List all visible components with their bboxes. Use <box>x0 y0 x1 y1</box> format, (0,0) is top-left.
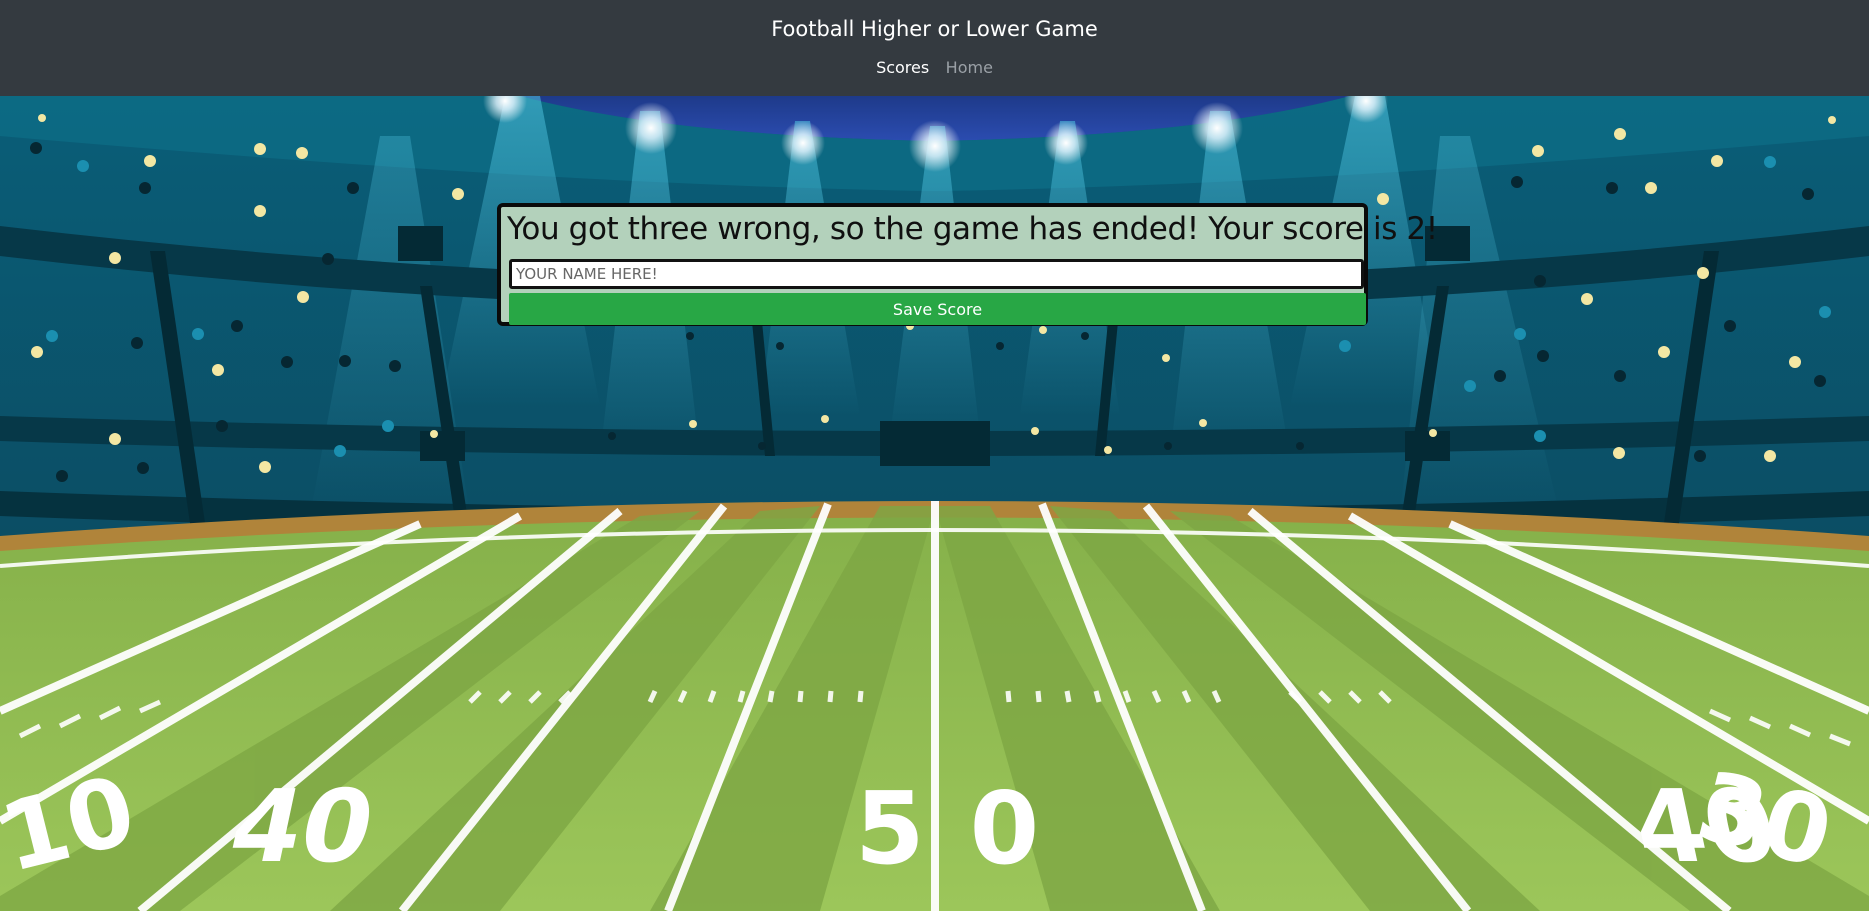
game-over-panel: You got three wrong, so the game has end… <box>497 203 1438 326</box>
game-over-message: You got three wrong, so the game has end… <box>507 211 1438 247</box>
navbar-brand[interactable]: Football Higher or Lower Game <box>771 16 1098 42</box>
player-name-input[interactable] <box>509 259 1364 289</box>
save-score-button[interactable]: Save Score <box>509 293 1366 325</box>
yard-number-left-40: 40 <box>220 768 384 885</box>
nav-links: Scores Home <box>0 58 1869 79</box>
top-navbar: Football Higher or Lower Game Scores Hom… <box>0 0 1869 96</box>
yard-number-center-50: 50 <box>855 770 1084 887</box>
nav-link-home[interactable]: Home <box>946 58 993 77</box>
nav-link-scores[interactable]: Scores <box>876 58 929 77</box>
